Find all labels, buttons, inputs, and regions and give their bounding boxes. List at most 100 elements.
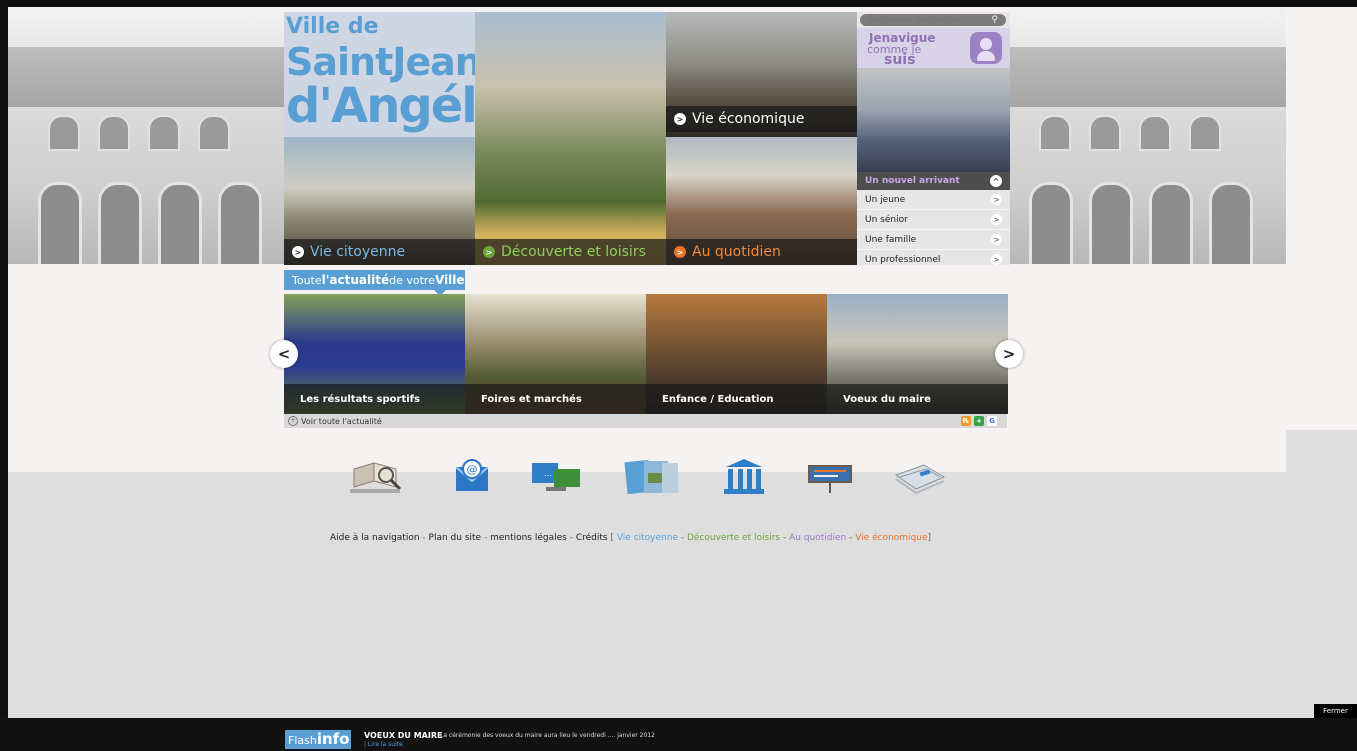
profile-item-label: Un jeune: [865, 194, 906, 205]
flash-badge-part1: Flash: [288, 734, 317, 747]
news-item-label: Voeux du maire: [843, 393, 931, 405]
chevron-up-icon[interactable]: ^: [990, 175, 1002, 187]
close-flash-button[interactable]: Fermer: [1314, 704, 1357, 718]
institution-icon[interactable]: [714, 455, 774, 499]
svg-text:...: ...: [544, 469, 552, 478]
flash-info-badge: Flash info: [285, 730, 351, 749]
newspaper-icon[interactable]: [890, 455, 950, 499]
tile-bar: > Vie économique: [666, 106, 857, 132]
monitor-icon[interactable]: ...: [526, 455, 586, 499]
right-strip: [1286, 7, 1357, 430]
flash-info-bar: Flash info VOEUX DU MAIRE La cérémonie d…: [0, 718, 1357, 751]
news-item-label: Foires et marchés: [481, 393, 582, 405]
profile-panel: ⚲ Jenavigue comme je suis Un nouvel arri…: [857, 12, 1010, 270]
news-item-foires[interactable]: Foires et marchés: [465, 294, 646, 414]
profile-item-label: Un sénior: [865, 214, 908, 225]
google-icon[interactable]: G: [987, 416, 997, 426]
news-item-voeux[interactable]: Voeux du maire: [827, 294, 1008, 414]
footer-link-plan[interactable]: Plan du site: [429, 533, 482, 543]
profile-item-label: Un professionnel: [865, 254, 941, 265]
top-band: Ville de SaintJean d'Angély > Découverte…: [8, 7, 1286, 472]
logo-line-1: Ville de: [286, 14, 379, 39]
footer-sep: -: [481, 533, 491, 543]
footer-sep: -: [419, 533, 429, 543]
news-tab-bold: l'actualité: [321, 273, 390, 287]
flash-text: La cérémonie des voeux du maire aura lie…: [440, 732, 655, 739]
footer-link-credits[interactable]: Crédits: [576, 533, 608, 543]
footer-link-decouverte[interactable]: Découverte et loisirs: [687, 533, 780, 543]
tile-bar: > Au quotidien: [666, 239, 857, 265]
news-tab: Toute l'actualité de votre Ville: [284, 270, 465, 296]
profile-item-jeune[interactable]: Un jeune >: [857, 190, 1010, 210]
email-icon[interactable]: @: [442, 455, 502, 499]
svg-text:@: @: [467, 463, 478, 476]
arrow-right-icon: >: [674, 246, 686, 258]
footer-link-au-quotidien[interactable]: Au quotidien: [789, 533, 846, 543]
arrow-right-icon: >: [991, 234, 1002, 245]
tile-au-quotidien[interactable]: > Au quotidien: [666, 137, 857, 265]
group-photo: [857, 68, 1010, 172]
news-tab-mid: de votre: [389, 273, 435, 287]
news-item-label: Les résultats sportifs: [300, 393, 420, 405]
footer-link-vie-citoyenne[interactable]: Vie citoyenne: [617, 533, 678, 543]
navigue-banner[interactable]: Jenavigue comme je suis: [857, 28, 1010, 68]
site-logo[interactable]: Ville de SaintJean d'Angély: [284, 12, 475, 137]
tile-vie-citoyenne[interactable]: > Vie citoyenne: [284, 137, 475, 265]
board-icon[interactable]: [800, 455, 860, 499]
profile-item-senior[interactable]: Un sénior >: [857, 210, 1010, 230]
magazine-icon[interactable]: [622, 455, 682, 499]
tile-decouverte[interactable]: > Découverte et loisirs: [475, 12, 666, 265]
arrow-right-icon: >: [674, 113, 686, 125]
flash-title: VOEUX DU MAIRE: [364, 731, 443, 740]
news-item-sports[interactable]: Les résultats sportifs: [284, 294, 465, 414]
page-frame: Ville de SaintJean d'Angély > Découverte…: [8, 7, 1357, 718]
footer-sep: -: [678, 533, 687, 543]
arrow-right-icon: >: [991, 194, 1002, 205]
footer-sep: -: [846, 533, 856, 543]
book-icon[interactable]: [346, 455, 406, 499]
addthis-icon[interactable]: +: [974, 416, 984, 426]
footer-link-aide[interactable]: Aide à la navigation: [330, 533, 420, 543]
footer-bracket-close: ]: [927, 533, 932, 543]
news-tab-prefix: Toute: [292, 273, 322, 287]
news-item-label: Enfance / Education: [662, 393, 774, 405]
tile-bar: > Découverte et loisirs: [475, 239, 666, 265]
logo-line-3: d'Angély: [286, 78, 475, 134]
arrow-right-icon: >: [991, 214, 1002, 225]
footer-sep: -: [780, 533, 790, 543]
arrow-right-icon: >: [292, 246, 304, 258]
navigue-line-3: suis: [884, 52, 916, 68]
flash-read-more-link[interactable]: | Lire la suite: [364, 741, 403, 748]
tile-label: Vie citoyenne: [310, 244, 406, 260]
profile-item-label: Une famille: [865, 234, 917, 245]
footer-links: Aide à la navigation - Plan du site - me…: [330, 533, 931, 543]
user-icon: [970, 32, 1002, 64]
tile-label: Découverte et loisirs: [501, 244, 646, 260]
news-item-enfance[interactable]: Enfance / Education: [646, 294, 827, 414]
profile-item-professionnel[interactable]: Un professionnel >: [857, 250, 1010, 270]
tile-vie-economique[interactable]: > Vie économique: [666, 12, 857, 137]
rss-icon[interactable]: ℞: [961, 416, 971, 426]
flash-badge-part2: info: [316, 730, 350, 748]
search-box: ⚲: [860, 14, 1006, 26]
header-grid: Ville de SaintJean d'Angély > Découverte…: [284, 12, 1010, 270]
plus-circle-icon: +: [288, 416, 298, 426]
search-input[interactable]: [860, 14, 988, 26]
market-hall-left-image: [8, 7, 284, 264]
carousel-next-button[interactable]: >: [995, 340, 1023, 368]
profile-nouvel-arrivant[interactable]: Un nouvel arrivant ^: [857, 172, 1010, 190]
footer-sep: -: [566, 533, 576, 543]
news-tab-suffix: Ville: [434, 273, 465, 287]
see-all-news-link[interactable]: Voir toute l'actualité: [301, 417, 382, 426]
news-carousel: Les résultats sportifs Foires et marchés…: [284, 294, 1008, 414]
news-footer: + Voir toute l'actualité ℞ + G: [284, 414, 1007, 428]
arrow-right-icon: >: [991, 254, 1002, 265]
profile-header-label: Un nouvel arrivant: [865, 176, 960, 186]
footer-bracket-open: [: [607, 533, 617, 543]
profile-item-famille[interactable]: Une famille >: [857, 230, 1010, 250]
tile-label: Vie économique: [692, 111, 805, 127]
footer-link-mentions[interactable]: mentions légales: [490, 533, 567, 543]
carousel-prev-button[interactable]: <: [270, 340, 298, 368]
footer-link-vie-economique[interactable]: Vie économique: [855, 533, 927, 543]
search-icon[interactable]: ⚲: [991, 14, 998, 26]
